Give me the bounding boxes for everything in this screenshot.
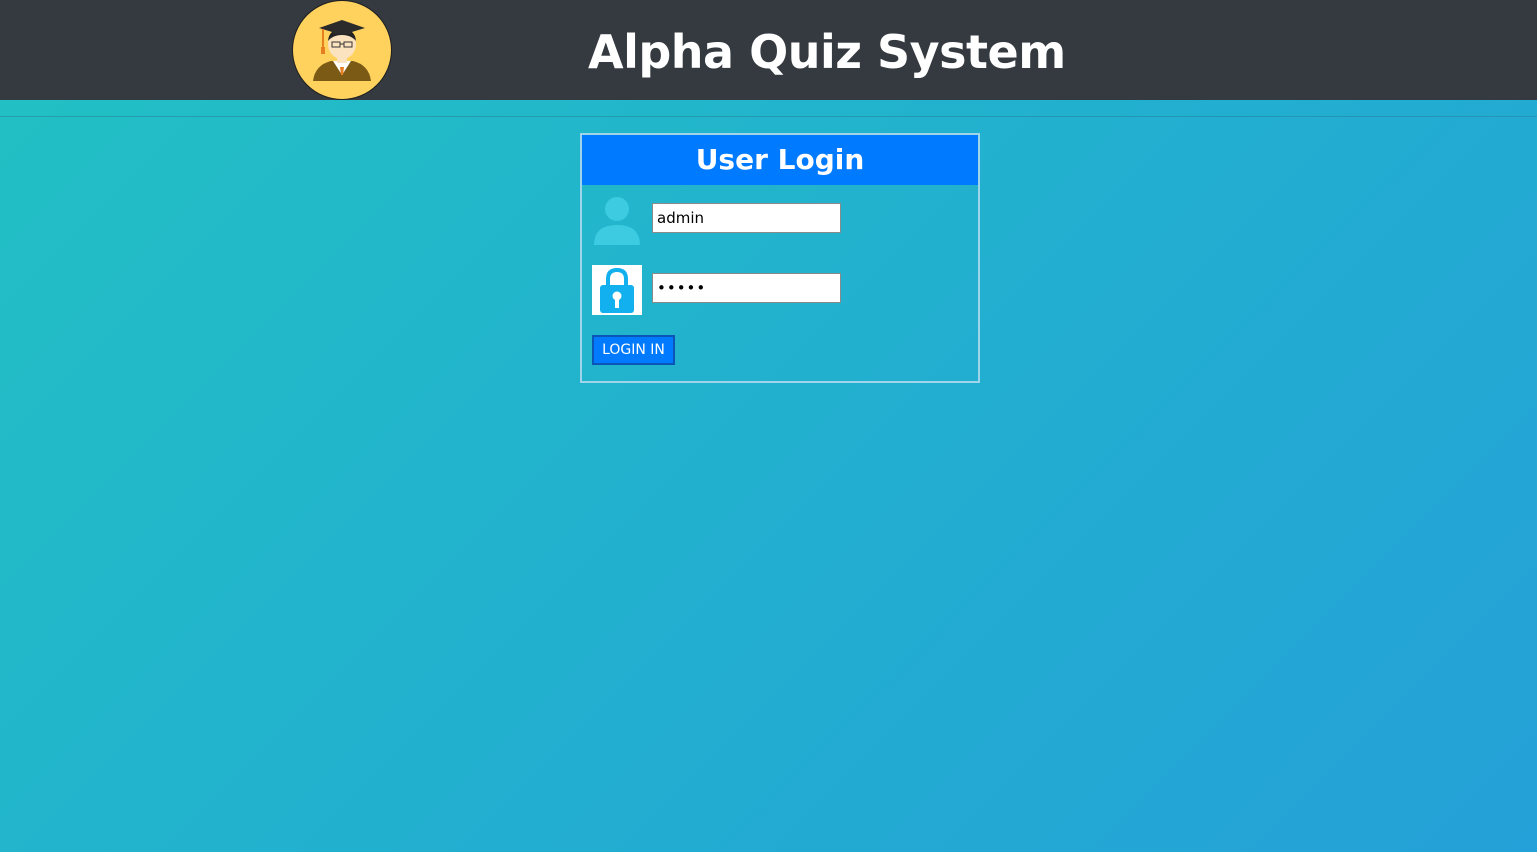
lock-icon: [592, 265, 642, 315]
top-bar: Alpha Quiz System: [0, 0, 1537, 100]
login-button[interactable]: LOGIN IN: [592, 335, 675, 365]
login-title: User Login: [582, 135, 978, 185]
username-field[interactable]: [652, 203, 841, 233]
password-field[interactable]: [652, 273, 841, 303]
user-icon: [592, 195, 642, 245]
graduate-avatar-icon: [292, 0, 392, 100]
app-title: Alpha Quiz System: [588, 25, 1066, 79]
login-panel: User Login LOGIN IN: [580, 133, 980, 383]
header-divider: [0, 116, 1537, 117]
